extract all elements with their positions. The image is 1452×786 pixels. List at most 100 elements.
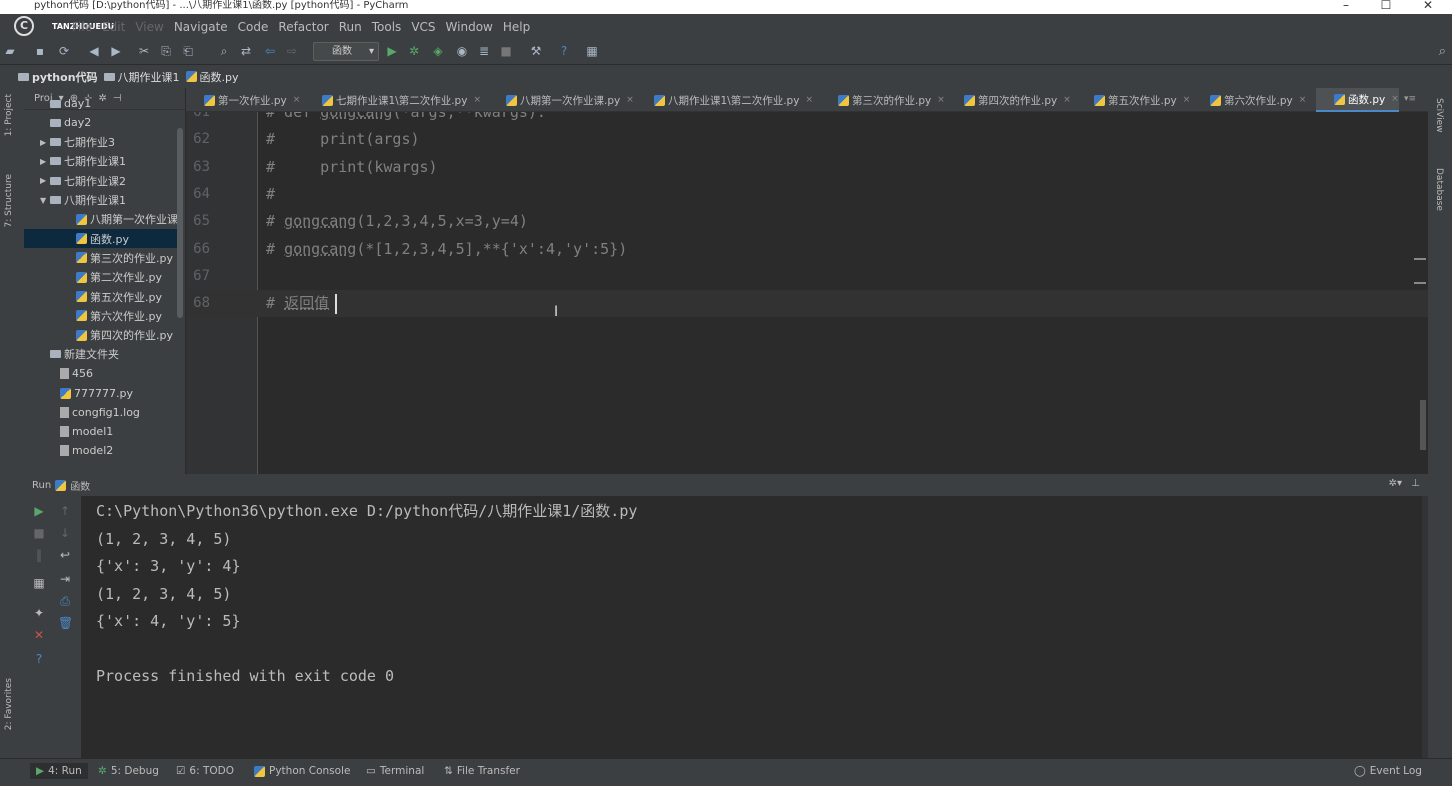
menu-window[interactable]: Window xyxy=(446,20,493,34)
search-everywhere-icon[interactable]: ⌕ xyxy=(1439,44,1446,59)
tab-list-icon[interactable]: ▾≡ xyxy=(1404,94,1416,104)
paste-icon[interactable]: ⎗ xyxy=(180,43,196,59)
code-editor[interactable]: 61 # def gongcang(*args,**kwargs): 62 # pri… xyxy=(186,112,1428,474)
nav-back-icon[interactable]: ⇦ xyxy=(262,43,278,59)
pause-icon[interactable]: ‖ xyxy=(32,548,46,562)
tree-item[interactable]: ▶ 七期作业课1 xyxy=(24,152,178,171)
tool-tab-database[interactable]: Database xyxy=(1434,168,1444,211)
sync-icon[interactable]: ⟳ xyxy=(56,43,72,59)
menu-code[interactable]: Code xyxy=(238,20,269,34)
tree-item[interactable]: 777777.py xyxy=(24,384,178,403)
editor-tab[interactable]: 第六次作业.py × xyxy=(1192,88,1306,112)
debug-icon[interactable]: ✲ xyxy=(406,43,422,59)
tree-item[interactable]: 第四次的作业.py xyxy=(24,326,178,345)
tool-tab-file-transfer[interactable]: ⇅ File Transfer xyxy=(444,765,520,777)
chevron-right-icon[interactable]: ▶ xyxy=(40,138,50,147)
hide-panel-icon[interactable]: ⊥ xyxy=(1411,478,1420,489)
close-tab-icon[interactable]: × xyxy=(293,95,301,105)
editor-scrollbar[interactable] xyxy=(1420,400,1426,450)
gear-icon[interactable]: ✲▾ xyxy=(1389,478,1402,489)
close-icon[interactable]: ✕ xyxy=(1418,0,1438,12)
tree-item[interactable]: 八期第一次作业课 xyxy=(24,210,178,229)
save-icon[interactable]: ▪ xyxy=(32,43,48,59)
editor-tab[interactable]: 七期作业课1\第二次作业.py × xyxy=(304,88,481,112)
close-tab-icon[interactable]: × xyxy=(626,95,634,105)
breadcrumb-item-folder[interactable]: 八期作业课1 xyxy=(103,69,180,85)
trash-icon[interactable]: 🗑 xyxy=(58,616,73,630)
tool-tab-python-console[interactable]: Python Console xyxy=(254,765,350,777)
print-icon[interactable]: ⎙ xyxy=(58,594,72,608)
nav-forward-icon[interactable]: ⇨ xyxy=(284,43,300,59)
tree-item[interactable]: 函数.py xyxy=(24,229,178,249)
menu-tools[interactable]: Tools xyxy=(372,20,402,34)
tree-item[interactable]: ▶ 七期作业3 xyxy=(24,133,178,152)
editor-tab[interactable]: 八期作业课1\第二次作业.py × xyxy=(636,88,813,112)
replace-icon[interactable]: ⇄ xyxy=(238,43,254,59)
tool-tab-debug[interactable]: ✲ 5: Debug xyxy=(98,765,159,777)
stop-icon[interactable]: ■ xyxy=(32,526,46,540)
menu-navigate[interactable]: Navigate xyxy=(174,20,228,34)
tool-tab-sciview[interactable]: SciView xyxy=(1434,98,1444,133)
chevron-down-icon[interactable]: ▼ xyxy=(40,196,50,205)
close-tab-icon[interactable]: × xyxy=(937,95,945,105)
help-icon[interactable]: ? xyxy=(32,652,46,666)
rerun-icon[interactable]: ▶ xyxy=(32,504,46,518)
menu-file[interactable]: File xyxy=(72,20,92,34)
console-output[interactable]: C:\Python\Python36\python.exe D:/python代… xyxy=(96,498,637,691)
back-icon[interactable]: ◀ xyxy=(86,43,102,59)
layout-icon[interactable]: ▦ xyxy=(32,576,46,590)
tree-item[interactable]: day1 xyxy=(24,94,178,113)
settings-icon[interactable]: ⚒ xyxy=(528,43,544,59)
close-tab-icon[interactable]: × xyxy=(1063,95,1071,105)
editor-tab[interactable]: 八期第一次作业课.py × xyxy=(488,88,634,112)
editor-tab[interactable]: 函数.py × xyxy=(1316,88,1399,112)
maximize-icon[interactable]: ☐ xyxy=(1376,0,1396,12)
close-tab-icon[interactable]: × xyxy=(1183,95,1191,105)
close-tab-icon[interactable]: × xyxy=(473,95,481,105)
run-config-select[interactable]: 函数 ▾ xyxy=(313,42,379,61)
minimize-icon[interactable]: – xyxy=(1336,0,1356,12)
forward-icon[interactable]: ▶ xyxy=(108,43,124,59)
chevron-right-icon[interactable]: ▶ xyxy=(40,157,50,166)
tree-item[interactable]: ▶ 七期作业课2 xyxy=(24,171,178,190)
close-tab-icon[interactable]: × xyxy=(805,95,813,105)
tool-tab-todo[interactable]: ☑ 6: TODO xyxy=(176,765,234,777)
tree-item[interactable]: 第六次作业.py xyxy=(24,306,178,325)
tool-tab-project[interactable]: 1: Project xyxy=(4,94,14,136)
console-scrollbar[interactable] xyxy=(1422,496,1428,758)
tree-item[interactable]: congfig1.log xyxy=(24,403,178,422)
tree-item[interactable]: 新建文件夹 xyxy=(24,345,178,364)
editor-tab[interactable]: 第四次的作业.py × xyxy=(946,88,1071,112)
tree-item[interactable]: 第二次作业.py xyxy=(24,268,178,287)
breadcrumb-item-file[interactable]: 函数.py xyxy=(185,69,239,85)
project-scrollbar[interactable] xyxy=(177,128,183,318)
menu-vcs[interactable]: VCS xyxy=(411,20,435,34)
tool-tab-run[interactable]: ▶ 4: Run xyxy=(30,763,88,779)
menu-refactor[interactable]: Refactor xyxy=(278,20,328,34)
structure-icon[interactable]: ▦ xyxy=(584,43,600,59)
tree-item[interactable]: 456 xyxy=(24,364,178,383)
tool-tab-favorites[interactable]: 2: Favorites xyxy=(4,678,14,730)
coverage-icon[interactable]: ◈ xyxy=(430,43,446,59)
concurrency-icon[interactable]: ≣ xyxy=(476,43,492,59)
tree-item[interactable]: 第五次作业.py xyxy=(24,287,178,306)
up-icon[interactable]: ↑ xyxy=(58,504,72,518)
scroll-end-icon[interactable]: ⇥ xyxy=(58,572,72,586)
soft-wrap-icon[interactable]: ↩ xyxy=(58,548,72,562)
tree-item[interactable]: model1 xyxy=(24,422,178,441)
close-tab-icon[interactable]: × xyxy=(1391,94,1399,104)
chevron-right-icon[interactable]: ▶ xyxy=(40,176,50,185)
copy-icon[interactable]: ⎘ xyxy=(158,43,174,59)
menu-view[interactable]: View xyxy=(135,20,163,34)
pin-icon[interactable]: ✦ xyxy=(32,606,46,620)
editor-tab[interactable]: 第一次作业.py × xyxy=(186,88,300,112)
help-icon[interactable]: ? xyxy=(556,43,572,59)
tree-item[interactable]: ▼ 八期作业课1 xyxy=(24,191,178,210)
editor-tab[interactable]: 第五次作业.py × xyxy=(1076,88,1190,112)
menu-run[interactable]: Run xyxy=(339,20,362,34)
close-icon[interactable]: ✕ xyxy=(32,628,46,642)
close-tab-icon[interactable]: × xyxy=(1299,95,1307,105)
editor-tab[interactable]: 第三次的作业.py × xyxy=(820,88,945,112)
menu-help[interactable]: Help xyxy=(503,20,530,34)
down-icon[interactable]: ↓ xyxy=(58,526,72,540)
